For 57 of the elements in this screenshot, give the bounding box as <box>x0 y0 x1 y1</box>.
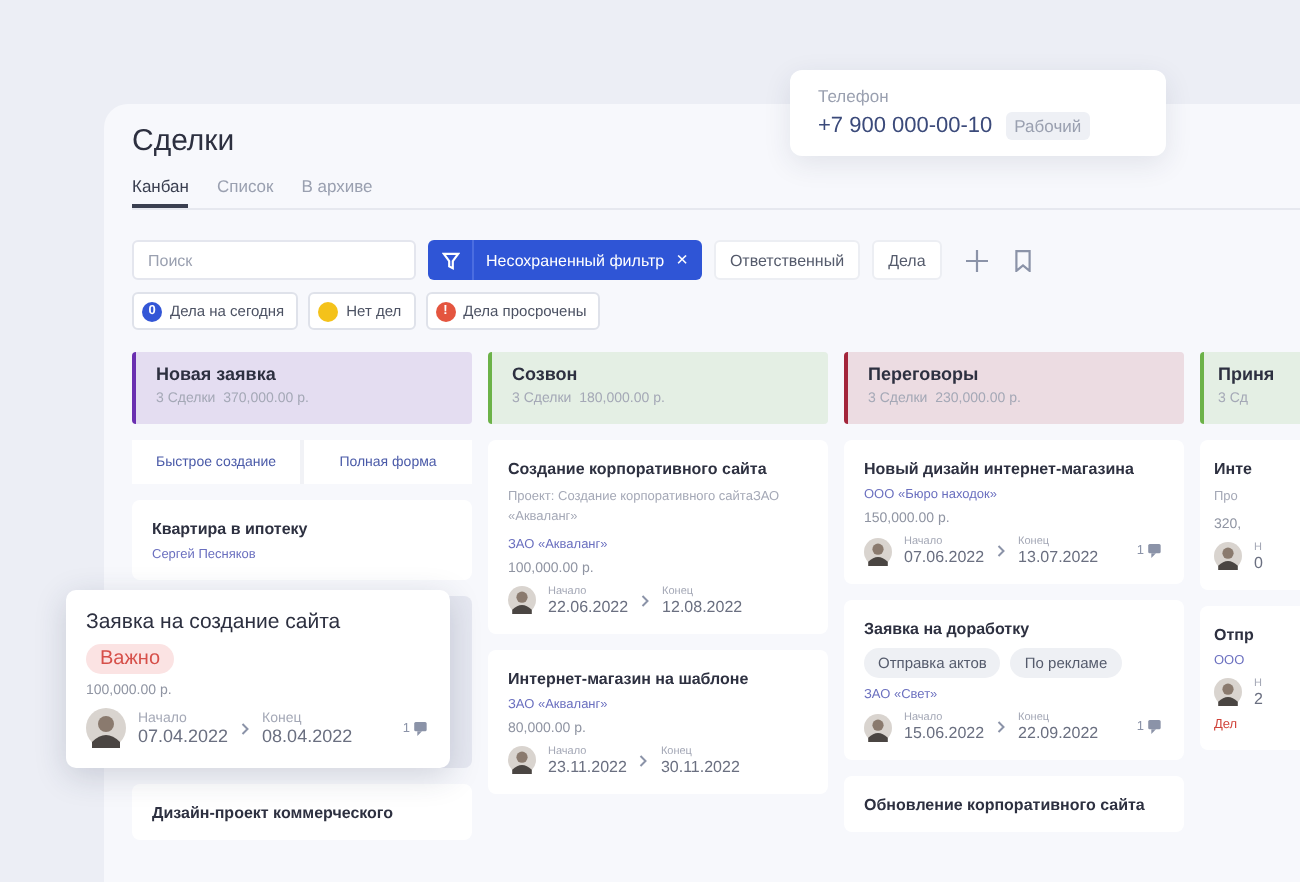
comment-icon <box>414 721 430 735</box>
phone-number[interactable]: +7 900 000-00-10 <box>818 114 993 138</box>
comment-icon <box>1148 720 1164 734</box>
chevron-icon <box>240 721 251 735</box>
page-title: Сделки <box>132 124 235 158</box>
start-date: 22.06.2022 <box>548 597 629 615</box>
deal-title: Заявка на создание сайта <box>86 610 343 634</box>
end-date: 13.07.2022 <box>1018 548 1099 566</box>
chevron-icon <box>640 593 651 607</box>
filter-button[interactable]: Дела <box>872 240 942 280</box>
filter-icon <box>441 251 459 269</box>
deal-title: Заявка на доработку <box>864 620 1032 638</box>
filter-button[interactable]: Ответственный <box>713 240 861 280</box>
plus-icon[interactable] <box>965 249 988 271</box>
comment-icon <box>1148 544 1164 558</box>
end-date: 12.08.2022 <box>662 597 743 615</box>
tab[interactable]: Канбан <box>132 172 189 208</box>
avatar-icon <box>864 537 892 565</box>
deal-title: Новый дизайн интернет-магазина <box>864 460 1136 478</box>
avatar-icon <box>1214 678 1242 707</box>
column-title: Новая заявка <box>156 364 278 384</box>
start-date: 07.06.2022 <box>904 548 985 566</box>
avatar-icon <box>1214 542 1242 571</box>
deal-title: Квартира в ипотеку <box>152 520 310 538</box>
deal-card[interactable]: Обновление корпоративного сайта <box>844 776 1184 832</box>
search-field[interactable]: Поиск <box>132 240 416 280</box>
chevron-icon <box>996 720 1007 734</box>
chevron-icon <box>638 753 649 767</box>
phone-type-tag: Рабочий <box>1006 112 1090 140</box>
column-title: Приня <box>1218 364 1277 384</box>
column-title: Созвон <box>512 364 580 384</box>
close-icon[interactable]: × <box>676 249 688 271</box>
avatar-icon <box>864 713 892 741</box>
avatar-icon <box>508 746 536 774</box>
start-date: 07.04.2022 <box>138 725 229 745</box>
start-date: 15.06.2022 <box>904 724 985 742</box>
bookmark-icon[interactable] <box>1011 249 1034 271</box>
start-date: 0 <box>1254 553 1263 572</box>
end-date: 22.09.2022 <box>1018 724 1099 742</box>
deal-title: Инте <box>1214 460 1254 478</box>
deal-title: Дизайн-проект коммерческого <box>152 804 396 822</box>
filter-chip[interactable]: Несохраненный фильтр × <box>428 240 702 280</box>
end-date: 30.11.2022 <box>660 757 740 775</box>
deal-title: Обновление корпоративного сайта <box>864 796 1147 814</box>
deal-card[interactable]: Дизайн-проект коммерческого <box>132 784 472 840</box>
deal-title: Интернет-магазин на шаблоне <box>508 669 751 687</box>
start-date: 23.11.2022 <box>548 757 627 775</box>
chevron-icon <box>996 544 1007 558</box>
avatar-icon <box>508 586 536 614</box>
column-title: Переговоры <box>868 364 981 384</box>
start-date: 2 <box>1254 689 1263 708</box>
deal-title: Отпр <box>1214 625 1256 644</box>
avatar-icon <box>86 708 126 748</box>
phone-label: Телефон <box>818 86 891 106</box>
priority-tag: Важно <box>86 644 175 674</box>
deal-title: Создание корпоративного сайта <box>508 460 769 478</box>
end-date: 08.04.2022 <box>262 725 353 745</box>
